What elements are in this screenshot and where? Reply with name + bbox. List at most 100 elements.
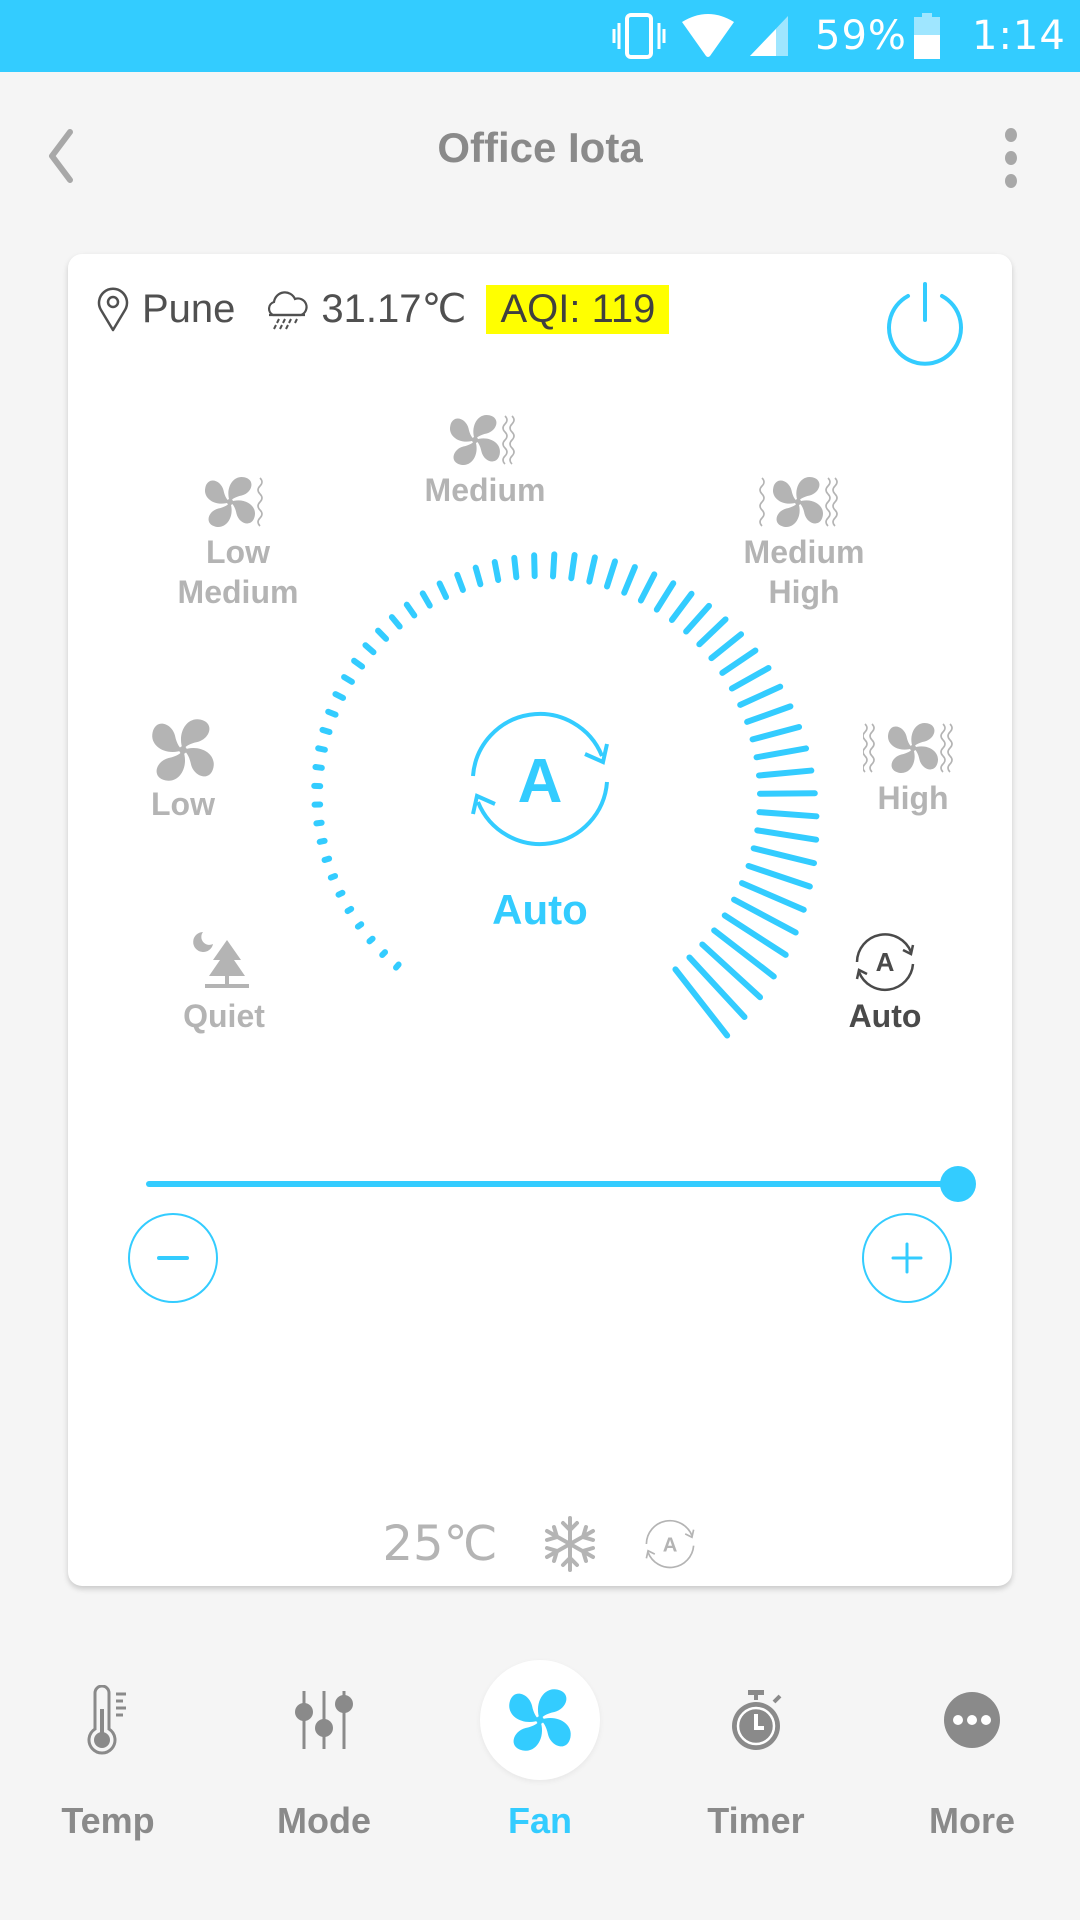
- dial-tick: [419, 590, 433, 609]
- fan-speed-slider[interactable]: [146, 1154, 976, 1214]
- dial-tick: [621, 564, 638, 596]
- dial-tick: [351, 657, 366, 670]
- dial-tick: [708, 631, 745, 662]
- fan-high-icon: [863, 722, 953, 774]
- selected-mode-label: Auto: [492, 886, 588, 933]
- dial-tick: [321, 855, 333, 863]
- mode-label: Quiet: [183, 998, 265, 1034]
- page-title: Office Iota: [437, 124, 643, 171]
- slider-track[interactable]: [146, 1181, 958, 1187]
- dial-tick: [603, 558, 618, 590]
- outdoor-temperature: 31.17℃: [321, 287, 467, 331]
- fan-mode-medium-high[interactable]: Medium High: [734, 474, 874, 612]
- dial-tick: [335, 889, 346, 898]
- dial-tick: [531, 552, 538, 580]
- nav-tab-timer[interactable]: Timer: [656, 1650, 856, 1850]
- dial-tick: [550, 551, 558, 580]
- slider-thumb[interactable]: [940, 1166, 976, 1202]
- nav-tab-temp[interactable]: Temp: [8, 1650, 208, 1850]
- dial-tick: [319, 726, 333, 735]
- dial-tick: [375, 627, 390, 642]
- fan-icon: [509, 1689, 571, 1751]
- power-icon: [887, 282, 963, 366]
- mode-label: Low Medium: [177, 534, 299, 610]
- quiet-night-icon: [193, 932, 249, 988]
- fan-mode-high[interactable]: High: [858, 720, 968, 818]
- dial-tick: [731, 896, 799, 936]
- nav-tab-fan[interactable]: Fan: [440, 1650, 640, 1850]
- nav-tab-more[interactable]: More: [872, 1650, 1072, 1850]
- overflow-menu-button[interactable]: [996, 126, 1026, 190]
- fan-medium-icon: [450, 414, 515, 466]
- dial-tick: [332, 691, 347, 701]
- dial-tick: [756, 767, 815, 779]
- dial-tick: [325, 708, 339, 718]
- fan-mode-low-medium[interactable]: Low Medium: [168, 474, 308, 612]
- dial-tick: [672, 966, 731, 1039]
- dial-tick: [491, 559, 502, 584]
- wifi-icon: [682, 0, 734, 72]
- svg-text:A: A: [876, 947, 895, 977]
- fan-mode-low[interactable]: Low: [128, 718, 238, 824]
- dial-tick: [568, 552, 578, 582]
- more-horizontal-icon: [944, 1692, 1000, 1748]
- dial-tick: [366, 935, 376, 945]
- vibrate-icon: [612, 0, 666, 72]
- fan-control-card: Pune 31.17℃ AQI: 119 A Auto Medium Low M…: [68, 254, 1012, 1586]
- dial-tick: [753, 745, 810, 761]
- dial-tick: [388, 614, 403, 630]
- dial-tick: [737, 683, 784, 708]
- fan-mode-quiet[interactable]: Quiet: [164, 930, 284, 1036]
- dial-tick: [754, 827, 820, 843]
- dial-tick: [745, 862, 813, 890]
- sliders-icon: [295, 1691, 353, 1749]
- power-button[interactable]: [880, 278, 970, 368]
- app-bar: Office Iota: [0, 72, 1080, 242]
- nav-label: Temp: [61, 1800, 155, 1841]
- rain-cloud-icon: [268, 291, 309, 330]
- dial-tick: [696, 616, 729, 648]
- location-pin-icon: [97, 287, 129, 332]
- mode-label: Medium: [424, 472, 546, 508]
- dial-tick: [756, 809, 820, 820]
- auto-icon: A: [471, 711, 609, 847]
- dial-tick: [686, 954, 748, 1020]
- current-settings-summary: 25℃ A: [68, 1504, 1012, 1584]
- fan-mode-auto[interactable]: A Auto: [830, 930, 940, 1036]
- increase-button[interactable]: [862, 1213, 952, 1303]
- bottom-navigation: Temp Mode Fan Timer More: [0, 1650, 1080, 1850]
- mode-label: High: [877, 780, 949, 816]
- cell-signal-icon: [750, 0, 788, 72]
- dial-tick: [393, 961, 402, 971]
- dial-tick: [586, 554, 598, 585]
- dial-tick: [341, 674, 355, 685]
- dial-tick: [668, 590, 695, 623]
- dial-tick: [436, 580, 450, 601]
- dial-tick: [472, 564, 484, 588]
- dial-tick: [344, 905, 355, 915]
- svg-text:A: A: [663, 1535, 678, 1557]
- location-label: Pune: [142, 286, 236, 331]
- dial-tick: [313, 819, 325, 827]
- dial-tick: [403, 601, 418, 619]
- minus-icon: [157, 1256, 189, 1260]
- dial-tick: [454, 571, 466, 593]
- dial-tick: [653, 580, 677, 613]
- thermometer-icon: [87, 1685, 126, 1755]
- fan-mode-medium[interactable]: Medium: [420, 412, 550, 510]
- dial-tick: [379, 949, 389, 959]
- mode-label: Medium High: [743, 534, 865, 610]
- aqi-badge: AQI: 119: [486, 284, 670, 334]
- auto-icon: A: [646, 1519, 695, 1569]
- dial-tick: [750, 845, 817, 867]
- mode-label: Low: [151, 786, 215, 822]
- battery-percent: 59%: [815, 13, 907, 59]
- nav-tab-mode[interactable]: Mode: [224, 1650, 424, 1850]
- decrease-button[interactable]: [128, 1213, 218, 1303]
- weather-info: Pune 31.17℃ AQI: 119: [96, 284, 670, 334]
- fan-low-icon: [152, 719, 214, 781]
- plus-icon: [891, 1242, 923, 1274]
- dial-tick: [749, 723, 803, 743]
- dial-tick: [721, 912, 789, 958]
- nav-label: More: [928, 1800, 1015, 1841]
